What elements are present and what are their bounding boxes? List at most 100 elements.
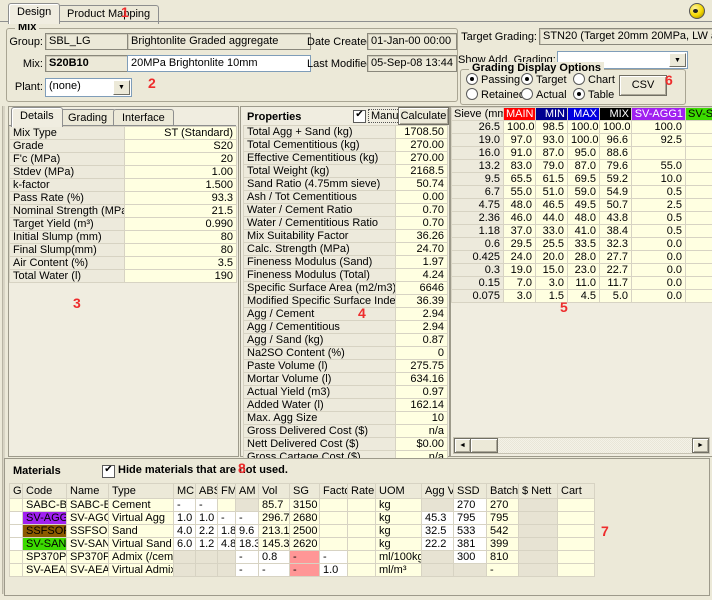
table-row[interactable]: GradeS20 xyxy=(10,140,237,153)
table-row[interactable]: Initial Slump (mm)80 xyxy=(10,231,237,244)
tab-details[interactable]: Details xyxy=(11,107,63,127)
column-header[interactable]: Batch xyxy=(487,484,519,499)
table-row[interactable]: 9.565.561.569.559.210.0 xyxy=(452,173,712,186)
radio-table[interactable]: Table xyxy=(573,88,614,101)
radio-actual[interactable]: Actual xyxy=(521,88,567,101)
table-row[interactable]: Total Cementitious (kg)270.00 xyxy=(244,139,448,152)
table-row[interactable]: 4.7548.046.549.550.72.5 xyxy=(452,199,712,212)
table-row[interactable]: Sand Ratio (4.75mm sieve)50.74 xyxy=(244,178,448,191)
table-row[interactable]: Water / Cement Ratio0.70 xyxy=(244,204,448,217)
table-row[interactable]: SP370PSP370PAdmix (/cem)-0.8--ml/100kg30… xyxy=(10,551,595,564)
table-row[interactable]: k-factor1.500 xyxy=(10,179,237,192)
scrollbar-thumb[interactable] xyxy=(470,438,498,453)
table-row[interactable]: 0.319.015.023.022.70.0 xyxy=(452,264,712,277)
group-description-field[interactable]: Brightonlite Graded aggregate xyxy=(127,33,311,50)
column-header[interactable]: Agg V xyxy=(422,484,454,499)
column-header[interactable]: G xyxy=(10,484,23,499)
column-header[interactable]: Facto xyxy=(320,484,348,499)
table-row[interactable]: Agg / Cement2.94 xyxy=(244,308,448,321)
radio-chart[interactable]: Chart xyxy=(573,73,615,86)
table-row[interactable]: 0.0753.01.54.55.00.0 xyxy=(452,290,712,303)
column-header[interactable]: Rate xyxy=(348,484,376,499)
table-row[interactable]: 2.3646.044.048.043.80.5 xyxy=(452,212,712,225)
mix-code-field[interactable]: S20B10 xyxy=(45,55,129,72)
table-row[interactable]: Total Agg + Sand (kg)1708.50 xyxy=(244,126,448,139)
column-header[interactable]: Vol xyxy=(259,484,290,499)
radio-passing[interactable]: Passing xyxy=(466,73,520,86)
table-row[interactable]: Agg / Sand (kg)0.87 xyxy=(244,334,448,347)
column-header[interactable]: $ Nett xyxy=(519,484,558,499)
column-header[interactable]: FM xyxy=(218,484,236,499)
chevron-down-icon[interactable]: ▼ xyxy=(669,53,686,67)
table-row[interactable]: SV-AEASV-AEAVirtual Admix---1.0ml/m³- xyxy=(10,564,595,577)
table-row[interactable]: 13.283.079.087.079.655.0 xyxy=(452,160,712,173)
app-icon[interactable] xyxy=(689,3,705,19)
column-header[interactable]: Code xyxy=(23,484,67,499)
table-row[interactable]: Fineness Modulus (Sand)1.97 xyxy=(244,256,448,269)
table-row[interactable]: 1.1837.033.041.038.40.5 xyxy=(452,225,712,238)
table-row[interactable]: SSFSOFTSSFSOFTSand4.02.21.89.6213.12500k… xyxy=(10,525,595,538)
table-row[interactable]: Nett Delivered Cost ($)$0.00 xyxy=(244,438,448,451)
table-row[interactable]: Mortar Volume (l)634.16 xyxy=(244,373,448,386)
column-header[interactable]: ABS xyxy=(196,484,218,499)
table-row[interactable]: 26.5100.098.5100.0100.0100.0 xyxy=(452,121,712,134)
table-row[interactable]: Added Water (l)162.14 xyxy=(244,399,448,412)
table-row[interactable]: Nominal Strength (MPa)21.5 xyxy=(10,205,237,218)
tab-design[interactable]: Design xyxy=(8,3,60,24)
table-row[interactable]: 19.097.093.0100.096.692.5 xyxy=(452,134,712,147)
table-row[interactable]: SABC-BLSABC-BLCement--85.73150kg270270 xyxy=(10,499,595,512)
table-row[interactable]: Modified Specific Surface Index36.39 xyxy=(244,295,448,308)
table-row[interactable]: Ash / Tot Cementitious0.00 xyxy=(244,191,448,204)
scroll-left-icon[interactable]: ◄ xyxy=(454,438,471,453)
table-row[interactable]: Total Water (l)190 xyxy=(10,270,237,283)
table-row[interactable]: Actual Yield (m3)0.97 xyxy=(244,386,448,399)
table-row[interactable]: Effective Cementitious (kg)270.00 xyxy=(244,152,448,165)
table-row[interactable]: 6.755.051.059.054.90.5 xyxy=(452,186,712,199)
table-row[interactable]: Gross Delivered Cost ($)n/a xyxy=(244,425,448,438)
calculate-button[interactable]: Calculate xyxy=(398,107,449,125)
column-header[interactable]: MIN xyxy=(536,108,568,121)
table-row[interactable]: Final Slump(mm)80 xyxy=(10,244,237,257)
table-row[interactable]: 0.629.525.533.532.30.0 xyxy=(452,238,712,251)
table-row[interactable]: SV-AGG1SV-AGG1Virtual Agg1.01.0--296.726… xyxy=(10,512,595,525)
column-header[interactable]: MAIN xyxy=(504,108,536,121)
column-header[interactable]: SV-SAND xyxy=(686,108,712,121)
column-header[interactable]: Sieve (mm) xyxy=(452,108,504,121)
horizontal-scrollbar[interactable]: ◄ ► xyxy=(453,437,710,454)
table-row[interactable]: Specific Surface Area (m2/m3)6646 xyxy=(244,282,448,295)
table-row[interactable]: 0.157.03.011.011.70.0 xyxy=(452,277,712,290)
table-row[interactable]: Fineness Modulus (Total)4.24 xyxy=(244,269,448,282)
table-row[interactable]: F'c (MPa)20 xyxy=(10,153,237,166)
table-row[interactable]: 16.091.087.095.088.6 xyxy=(452,147,712,160)
column-header[interactable]: Cart xyxy=(558,484,595,499)
chevron-down-icon[interactable]: ▼ xyxy=(113,80,130,95)
mix-description-field[interactable]: 20MPa Brightonlite 10mm xyxy=(127,55,311,72)
column-header[interactable]: MAX xyxy=(568,108,600,121)
column-header[interactable]: MC xyxy=(174,484,196,499)
column-header[interactable]: AM xyxy=(236,484,259,499)
table-row[interactable]: Mix Suitability Factor36.26 xyxy=(244,230,448,243)
plant-dropdown[interactable]: (none) ▼ xyxy=(45,78,132,97)
manual-checkbox[interactable] xyxy=(353,110,366,123)
csv-button[interactable]: CSV xyxy=(619,75,667,96)
column-header[interactable]: SG xyxy=(290,484,320,499)
table-row[interactable]: Agg / Cementitious2.94 xyxy=(244,321,448,334)
table-row[interactable]: Total Weight (kg)2168.5 xyxy=(244,165,448,178)
table-row[interactable]: Na2SO Content (%)0 xyxy=(244,347,448,360)
table-row[interactable]: 0.42524.020.028.027.70.0 xyxy=(452,251,712,264)
table-row[interactable]: Paste Volume (l)275.75 xyxy=(244,360,448,373)
column-header[interactable]: SV-AGG1 xyxy=(632,108,686,121)
hide-unused-checkbox[interactable] xyxy=(102,465,115,478)
group-code-field[interactable]: SBL_LG xyxy=(45,33,129,50)
hide-unused-checkbox-label[interactable]: Hide materials that are not used. xyxy=(118,464,288,476)
column-header[interactable]: Name xyxy=(67,484,109,499)
table-row[interactable]: Pass Rate (%)93.3 xyxy=(10,192,237,205)
table-row[interactable]: Mix TypeST (Standard) xyxy=(10,127,237,140)
table-row[interactable]: Calc. Strength (MPa)24.70 xyxy=(244,243,448,256)
scroll-right-icon[interactable]: ► xyxy=(692,438,709,453)
column-header[interactable]: UOM xyxy=(376,484,422,499)
table-row[interactable]: Water / Cementitious Ratio0.70 xyxy=(244,217,448,230)
column-header[interactable]: Type xyxy=(109,484,174,499)
table-row[interactable]: SV-SANDSV-SANDVirtual Sand6.01.24.818.31… xyxy=(10,538,595,551)
table-row[interactable]: Max. Agg Size10 xyxy=(244,412,448,425)
